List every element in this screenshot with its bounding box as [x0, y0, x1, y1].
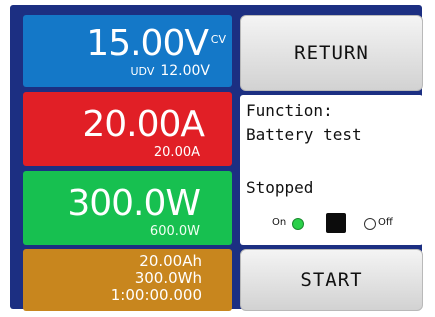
return-button[interactable]: RETURN [240, 15, 423, 91]
switch-off-label: Off [378, 217, 393, 228]
power-actual: 300.0W [67, 183, 201, 224]
current-tile[interactable]: 20.00A 20.00A [23, 92, 232, 166]
energy-ah: 20.00Ah [139, 252, 202, 270]
voltage-mode-badge: CV [210, 33, 226, 46]
power-setpoint: 600.0W [149, 224, 200, 239]
voltage-setpoint: UDV 12.00V [130, 63, 210, 79]
voltage-actual: 15.00V [86, 23, 209, 64]
voltage-setpoint-label: UDV [130, 65, 155, 78]
test-status: Stopped [246, 178, 314, 197]
start-button[interactable]: START [240, 249, 423, 311]
voltage-tile[interactable]: 15.00V CV UDV 12.00V [23, 15, 232, 87]
on-off-switch[interactable]: On Off [268, 213, 418, 235]
function-label: Function: [246, 101, 333, 120]
function-info-panel: Function: Battery test Stopped On Off [240, 95, 423, 245]
device-screen: 15.00V CV UDV 12.00V 20.00A 20.00A 300.0W… [10, 5, 423, 311]
function-value: Battery test [246, 125, 362, 144]
energy-tile: 20.00Ah 300.0Wh 1:00:00.000 [23, 249, 232, 311]
current-actual: 20.00A [82, 104, 205, 145]
switch-off-indicator-icon [364, 218, 376, 230]
switch-on-indicator-icon [292, 218, 304, 230]
voltage-setpoint-value: 12.00V [160, 63, 210, 79]
switch-on-label: On [272, 217, 287, 228]
elapsed-time: 1:00:00.000 [110, 286, 202, 304]
current-setpoint: 20.00A [153, 145, 200, 160]
power-tile[interactable]: 300.0W 600.0W [23, 171, 232, 245]
switch-knob[interactable] [326, 213, 346, 233]
energy-wh: 300.0Wh [134, 269, 202, 287]
